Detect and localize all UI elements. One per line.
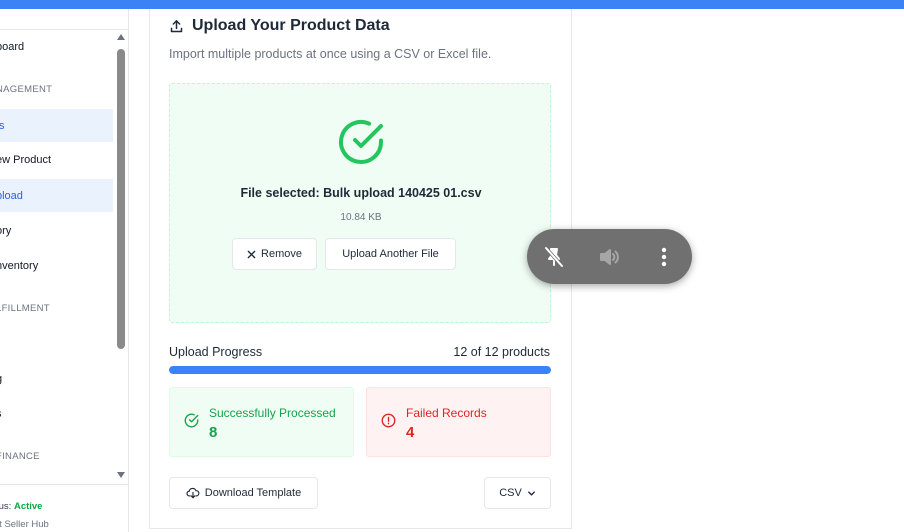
sidebar-section-fulfillment: LFILLMENT: [0, 303, 50, 314]
chevron-down-icon: [527, 490, 535, 496]
sidebar-section-management: NAGEMENT: [0, 84, 53, 95]
sidebar-item-shipping[interactable]: g: [0, 362, 113, 395]
sidebar-item-returns[interactable]: s: [0, 397, 113, 430]
file-dropzone[interactable]: File selected: Bulk upload 140425 01.csv…: [169, 83, 551, 323]
sidebar-item-label: ory: [0, 224, 12, 237]
page-title: Upload Your Product Data: [169, 17, 390, 35]
more-vertical-icon[interactable]: [651, 244, 677, 270]
sidebar-scrollbar[interactable]: [114, 31, 128, 483]
volume-icon[interactable]: [596, 244, 622, 270]
sidebar-item-label: pload: [0, 189, 23, 202]
sidebar-item-label: ew Product: [0, 153, 52, 166]
file-format-select[interactable]: CSV: [484, 477, 551, 509]
success-stat-label: Successfully Processed: [209, 406, 336, 420]
close-icon: [247, 250, 256, 258]
status-badge: Active: [13, 501, 43, 512]
file-selected-text: File selected: Bulk upload 140425 01.csv: [240, 186, 482, 200]
alert-circle-icon: [381, 413, 396, 428]
remove-button[interactable]: Remove: [232, 238, 317, 270]
upload-another-file-button[interactable]: Upload Another File: [325, 238, 456, 270]
check-circle-icon: [184, 413, 199, 428]
top-accent-bar: [0, 0, 904, 9]
sidebar-item-dashboard[interactable]: board: [0, 30, 113, 63]
progress-label: Upload Progress: [169, 345, 263, 359]
sidebar-item-inventory[interactable]: nventory: [0, 249, 113, 282]
failed-stat-value: 4: [406, 424, 415, 441]
sidebar-item-category[interactable]: ory: [0, 214, 113, 247]
progress-bar: [169, 366, 551, 374]
sidebar-item-label: s: [0, 408, 2, 420]
sidebar-item-bulk-upload[interactable]: pload: [0, 179, 113, 212]
unpin-icon[interactable]: [541, 244, 567, 270]
upload-card: Upload Your Product Data Import multiple…: [149, 9, 572, 529]
progress-count: 12 of 12 products: [453, 345, 550, 359]
scroll-down-arrow-icon[interactable]: [117, 472, 125, 478]
progress-bar-fill: [169, 366, 551, 374]
failed-stat-label: Failed Records: [406, 406, 487, 420]
check-circle-icon: [339, 120, 383, 164]
sidebar-item-label: g: [0, 373, 2, 385]
scrollbar-thumb[interactable]: [117, 49, 125, 349]
file-size: 10.84 KB: [340, 212, 382, 223]
sidebar: board NAGEMENT ts ew Product pload ory n…: [0, 9, 129, 532]
sidebar-section-finance: FINANCE: [0, 451, 40, 462]
upload-icon: [170, 19, 183, 32]
sidebar-item-label: ts: [0, 120, 5, 132]
sidebar-item-label: nventory: [0, 259, 39, 272]
cloud-download-icon: [186, 487, 200, 499]
success-stat-card: Successfully Processed 8: [169, 387, 354, 457]
failed-stat-card: Failed Records 4: [366, 387, 551, 457]
sidebar-item-label: board: [0, 40, 25, 53]
success-stat-value: 8: [209, 424, 218, 441]
floating-media-controls: [527, 229, 692, 284]
page-subtitle: Import multiple products at once using a…: [169, 47, 492, 61]
scroll-up-arrow-icon[interactable]: [117, 34, 125, 40]
sidebar-item-products[interactable]: ts: [0, 109, 113, 142]
seller-hub-label: rt Seller Hub: [0, 519, 49, 530]
sidebar-item-new-product[interactable]: ew Product: [0, 143, 113, 176]
sidebar-footer-divider: [0, 484, 128, 485]
seller-status: tus: Active: [0, 501, 43, 512]
download-template-button[interactable]: Download Template: [169, 477, 318, 509]
